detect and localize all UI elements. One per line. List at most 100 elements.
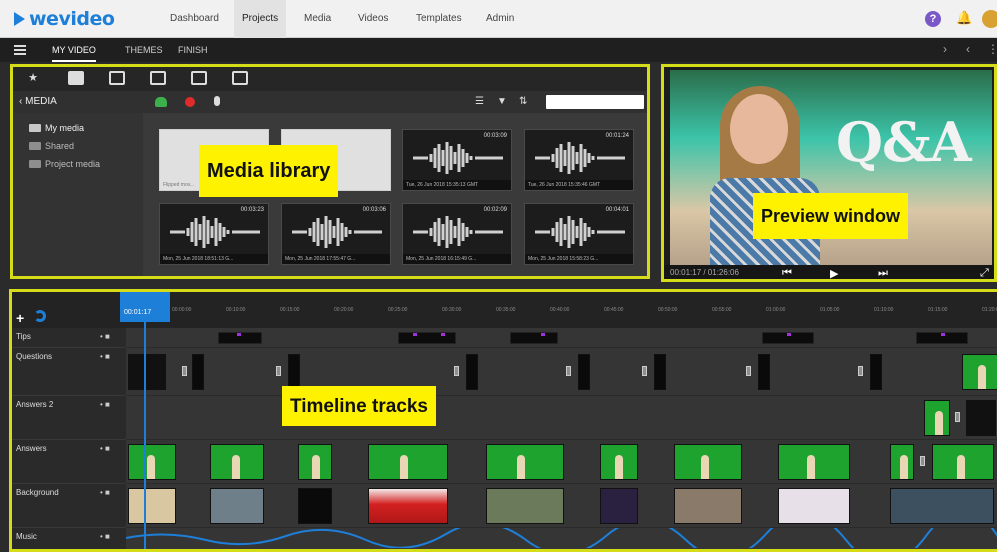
audio-thumb[interactable]: 00:04:01 Mon, 25 Jun 2018 15:58:23 G... [524,203,634,265]
tab-themes[interactable]: THEMES [125,38,163,62]
audio-thumb[interactable]: 00:03:23 Mon, 25 Jun 2018 18:51:13 G... [159,203,269,265]
record-icon[interactable] [185,97,195,107]
track-controls[interactable]: • ■ [100,532,110,541]
background-clip[interactable] [128,488,176,524]
nav-media[interactable]: Media [296,0,339,38]
answer-clip[interactable] [932,444,994,480]
fullscreen-icon[interactable]: ⤢ [980,267,989,279]
track-header-music[interactable]: Music • ■ [12,528,126,549]
transition-icon[interactable] [955,412,960,422]
audio-thumb[interactable]: 00:02:09 Mon, 25 Jun 2018 16:15:49 G... [402,203,512,265]
playhead-line[interactable] [144,322,146,549]
track-controls[interactable]: • ■ [100,400,110,409]
answer-clip[interactable] [298,444,332,480]
transition-icon[interactable] [642,366,647,376]
track-header-answers[interactable]: Answers • ■ [12,440,126,484]
transition-icon[interactable] [276,366,281,376]
track-lane-answers-2[interactable] [126,396,997,440]
nav-dashboard[interactable]: Dashboard [162,0,227,38]
transition-icon[interactable] [454,366,459,376]
answer-clip[interactable] [128,444,176,480]
question-clip[interactable] [654,354,666,390]
answer-clip[interactable] [210,444,264,480]
media-back-title[interactable]: ‹ MEDIA [19,96,57,107]
tip-clip[interactable] [218,332,262,344]
transition-icon[interactable] [858,366,863,376]
transition-icon[interactable] [746,366,751,376]
nav-templates[interactable]: Templates [408,0,470,38]
transition-icon[interactable] [191,71,207,85]
hamburger-menu-icon[interactable] [14,45,26,55]
redo-icon[interactable]: › [943,42,947,56]
track-header-tips[interactable]: Tips • ■ [12,328,126,348]
question-clip[interactable] [466,354,478,390]
track-header-answers-2[interactable]: Answers 2 • ■ [12,396,126,440]
tab-finish[interactable]: FINISH [178,38,208,62]
background-clip[interactable] [368,488,448,524]
track-controls[interactable]: • ■ [100,444,110,453]
playhead-handle[interactable]: 00:01:17 [120,292,170,322]
question-clip[interactable] [578,354,590,390]
upload-icon[interactable] [155,97,167,107]
star-icon[interactable]: ★ [25,71,41,85]
bell-icon[interactable]: 🔔 [956,10,972,26]
background-clip[interactable] [210,488,264,524]
undo-icon[interactable]: ‹ [966,42,970,56]
help-icon[interactable]: ? [925,11,941,27]
transition-icon[interactable] [182,366,187,376]
search-input[interactable] [546,95,644,109]
background-clip[interactable] [778,488,850,524]
background-clip[interactable] [890,488,994,524]
tip-clip[interactable] [762,332,814,344]
answer-clip[interactable] [486,444,564,480]
background-clip[interactable] [486,488,564,524]
text-icon[interactable] [232,71,248,85]
tip-clip[interactable] [916,332,968,344]
more-icon[interactable]: ⋮ [987,42,997,56]
audio-thumb[interactable]: 00:03:09 Tue, 26 Jun 2018 15:35:13 GMT [402,129,512,191]
timeline-ruler[interactable]: + 00:00:00 00:10:00 00:15:00 00:20:00 00:25:… [12,292,997,328]
microphone-icon[interactable] [214,96,220,106]
answer-clip[interactable] [674,444,742,480]
skip-back-icon[interactable]: ⏮ [782,267,792,279]
folder-project-media[interactable]: Project media [29,159,100,169]
nav-videos[interactable]: Videos [350,0,396,38]
question-clip[interactable] [192,354,204,390]
list-view-icon[interactable]: ☰ [475,96,484,107]
answer-clip[interactable] [966,400,996,436]
question-clip[interactable] [758,354,770,390]
nav-projects[interactable]: Projects [234,0,287,38]
track-lane-background[interactable] [126,484,997,528]
background-clip[interactable] [674,488,742,524]
folder-icon[interactable] [68,71,84,85]
folder-my-media[interactable]: My media [29,123,84,133]
track-header-questions[interactable]: Questions • ■ [12,348,126,396]
answer-clip[interactable] [924,400,950,436]
avatar[interactable] [982,10,997,28]
question-clip[interactable] [870,354,882,390]
play-icon[interactable]: ▶ [830,267,838,279]
tab-my-video[interactable]: MY VIDEO [52,38,96,62]
background-clip[interactable] [600,488,638,524]
stack-icon[interactable] [150,71,166,85]
add-track-icon[interactable]: + [16,310,24,326]
question-clip[interactable] [962,354,997,390]
tip-clip[interactable] [510,332,558,344]
transition-icon[interactable] [920,456,925,466]
answer-clip[interactable] [600,444,638,480]
track-controls[interactable]: • ■ [100,488,110,497]
answer-clip[interactable] [778,444,850,480]
track-header-background[interactable]: Background • ■ [12,484,126,528]
background-clip[interactable] [298,488,332,524]
skip-forward-icon[interactable]: ⏭ [878,267,888,279]
nav-admin[interactable]: Admin [478,0,522,38]
track-lane-tips[interactable] [126,328,997,348]
question-clip[interactable] [128,354,166,390]
layers-icon[interactable] [109,71,125,85]
answer-clip[interactable] [890,444,914,480]
track-controls[interactable]: • ■ [100,352,110,361]
audio-thumb[interactable]: 00:03:06 Mon, 25 Jun 2018 17:55:47 G... [281,203,391,265]
answer-clip[interactable] [368,444,448,480]
music-waveform[interactable] [126,528,997,548]
wevideo-logo[interactable]: wevideo [14,8,115,30]
